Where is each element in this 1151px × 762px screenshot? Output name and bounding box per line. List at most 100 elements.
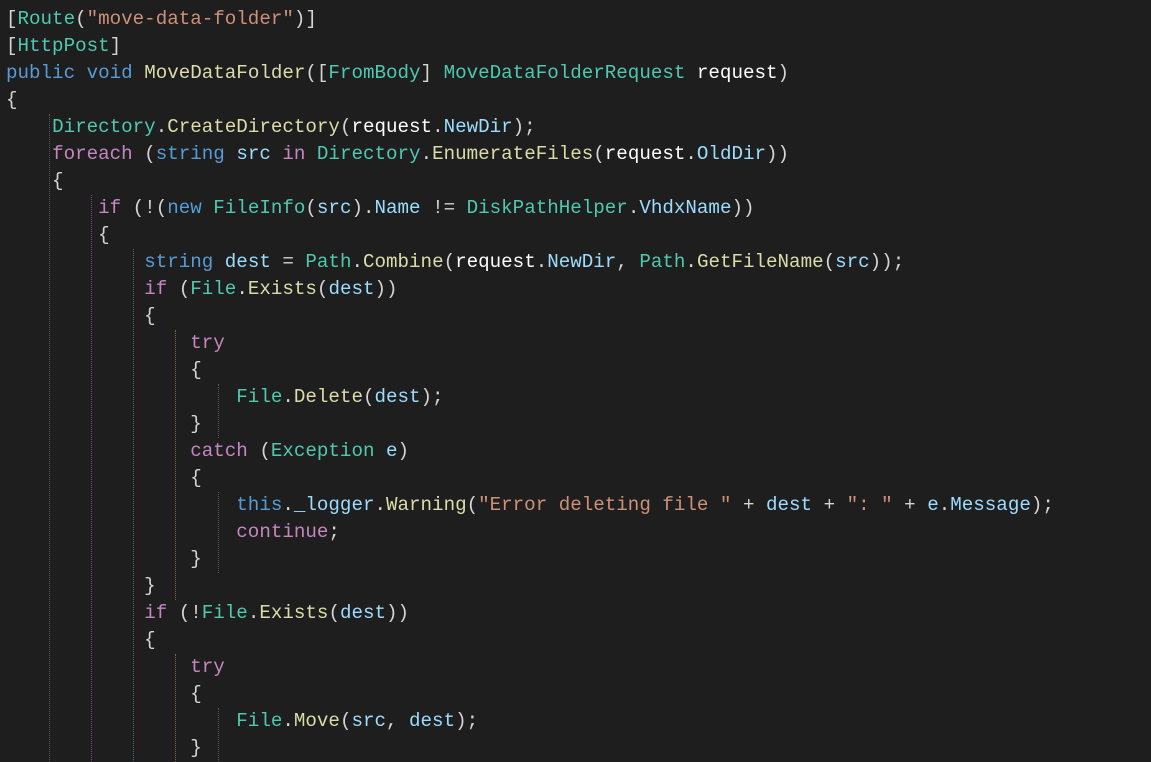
code-token: + xyxy=(812,494,847,516)
code-token: Warning xyxy=(386,494,467,516)
code-token: . xyxy=(685,143,697,165)
code-token: ; xyxy=(328,521,340,543)
code-token: . xyxy=(282,386,294,408)
code-token: ( xyxy=(340,710,352,732)
code-token: File xyxy=(236,710,282,732)
code-token: request xyxy=(351,116,432,138)
code-token: ( xyxy=(305,197,317,219)
code-token: , xyxy=(386,710,409,732)
code-token: void xyxy=(87,62,133,84)
code-editor-content[interactable]: [Route("move-data-folder")] [HttpPost] p… xyxy=(0,0,1151,762)
code-token: this xyxy=(236,494,282,516)
code-token: catch xyxy=(190,440,248,462)
code-token: ( xyxy=(824,251,836,273)
code-token: Delete xyxy=(294,386,363,408)
code-token: if xyxy=(144,602,167,624)
code-token xyxy=(133,62,145,84)
code-token: dest xyxy=(374,386,420,408)
code-token: [ xyxy=(6,8,18,30)
code-token: Move xyxy=(294,710,340,732)
code-token xyxy=(6,440,190,462)
code-token: ( xyxy=(317,278,329,300)
code-token: src xyxy=(236,143,271,165)
code-token: . xyxy=(248,602,260,624)
code-token: GetFileName xyxy=(697,251,824,273)
code-token: string xyxy=(144,251,213,273)
code-token: MoveDataFolderRequest xyxy=(444,62,686,84)
code-token xyxy=(6,656,190,678)
code-token: . xyxy=(282,494,294,516)
code-token xyxy=(213,251,225,273)
code-token xyxy=(6,494,236,516)
code-token: foreach xyxy=(52,143,133,165)
code-token: )) xyxy=(375,278,398,300)
code-token: . xyxy=(374,494,386,516)
code-token: (!( xyxy=(121,197,167,219)
code-token: new xyxy=(167,197,202,219)
code-token: public xyxy=(6,62,75,84)
code-token: )) xyxy=(731,197,754,219)
code-token: ( xyxy=(75,8,87,30)
code-token xyxy=(6,143,52,165)
code-token: ( xyxy=(248,440,271,462)
code-token: string xyxy=(156,143,225,165)
code-token: = xyxy=(271,251,306,273)
code-token: request xyxy=(455,251,536,273)
code-token: . xyxy=(282,710,294,732)
code-token: )) xyxy=(386,602,409,624)
code-token xyxy=(6,332,190,354)
code-token: Name xyxy=(375,197,421,219)
code-token: { xyxy=(6,305,156,327)
code-token xyxy=(6,116,52,138)
code-token: . xyxy=(685,251,697,273)
code-token: VhdxName xyxy=(639,197,731,219)
code-token: NewDir xyxy=(444,116,513,138)
code-token: _logger xyxy=(294,494,375,516)
code-token: . xyxy=(628,197,640,219)
code-token xyxy=(6,197,98,219)
code-token: )); xyxy=(870,251,905,273)
code-token: ( xyxy=(167,278,190,300)
code-token: dest xyxy=(766,494,812,516)
code-token xyxy=(6,278,144,300)
code-token: . xyxy=(939,494,951,516)
code-token: dest xyxy=(409,710,455,732)
code-token: File xyxy=(236,386,282,408)
code-token: { xyxy=(6,224,110,246)
code-token: ] xyxy=(421,62,444,84)
code-token: + xyxy=(893,494,928,516)
code-token xyxy=(202,197,214,219)
code-token: src xyxy=(317,197,352,219)
code-token: { xyxy=(6,467,202,489)
code-token: try xyxy=(190,332,225,354)
code-token: . xyxy=(421,143,433,165)
code-token: ); xyxy=(513,116,536,138)
code-token: ( xyxy=(340,116,352,138)
code-token xyxy=(225,143,237,165)
code-token: src xyxy=(835,251,870,273)
code-token: in xyxy=(282,143,305,165)
code-token: e xyxy=(386,440,398,462)
code-token: EnumerateFiles xyxy=(432,143,593,165)
code-token: Combine xyxy=(363,251,444,273)
code-token: Exception xyxy=(271,440,375,462)
code-token: ) xyxy=(778,62,790,84)
code-token: Exists xyxy=(259,602,328,624)
code-token: [ xyxy=(6,35,18,57)
code-token xyxy=(305,143,317,165)
code-token xyxy=(6,602,144,624)
code-token: } xyxy=(6,737,202,759)
code-token: . xyxy=(432,116,444,138)
code-token: dest xyxy=(340,602,386,624)
code-token xyxy=(6,251,144,273)
code-token: { xyxy=(6,359,202,381)
code-token xyxy=(6,386,236,408)
code-token: ); xyxy=(421,386,444,408)
code-token: . xyxy=(156,116,168,138)
code-token: dest xyxy=(328,278,374,300)
code-token: Path xyxy=(305,251,351,273)
code-token: ] xyxy=(110,35,122,57)
code-token: CreateDirectory xyxy=(167,116,340,138)
code-token: } xyxy=(6,575,156,597)
code-token: DiskPathHelper xyxy=(467,197,628,219)
